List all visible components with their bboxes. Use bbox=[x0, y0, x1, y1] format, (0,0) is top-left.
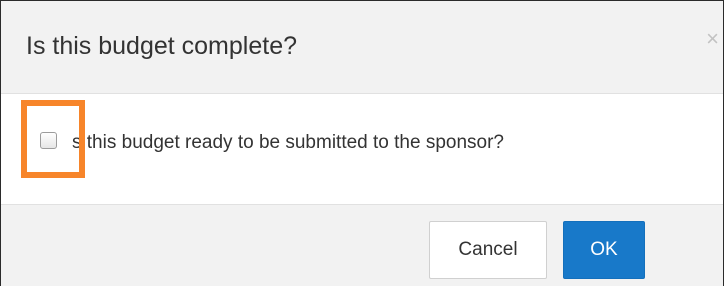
dialog-header: Is this budget complete? × bbox=[1, 1, 723, 94]
ok-button[interactable]: OK bbox=[563, 221, 645, 279]
close-icon[interactable]: × bbox=[706, 27, 719, 51]
ready-to-submit-checkbox[interactable] bbox=[40, 132, 57, 149]
ready-to-submit-label: s this budget ready to be submitted to t… bbox=[72, 132, 504, 153]
dialog-title: Is this budget complete? bbox=[26, 32, 297, 60]
cancel-button[interactable]: Cancel bbox=[429, 221, 547, 279]
